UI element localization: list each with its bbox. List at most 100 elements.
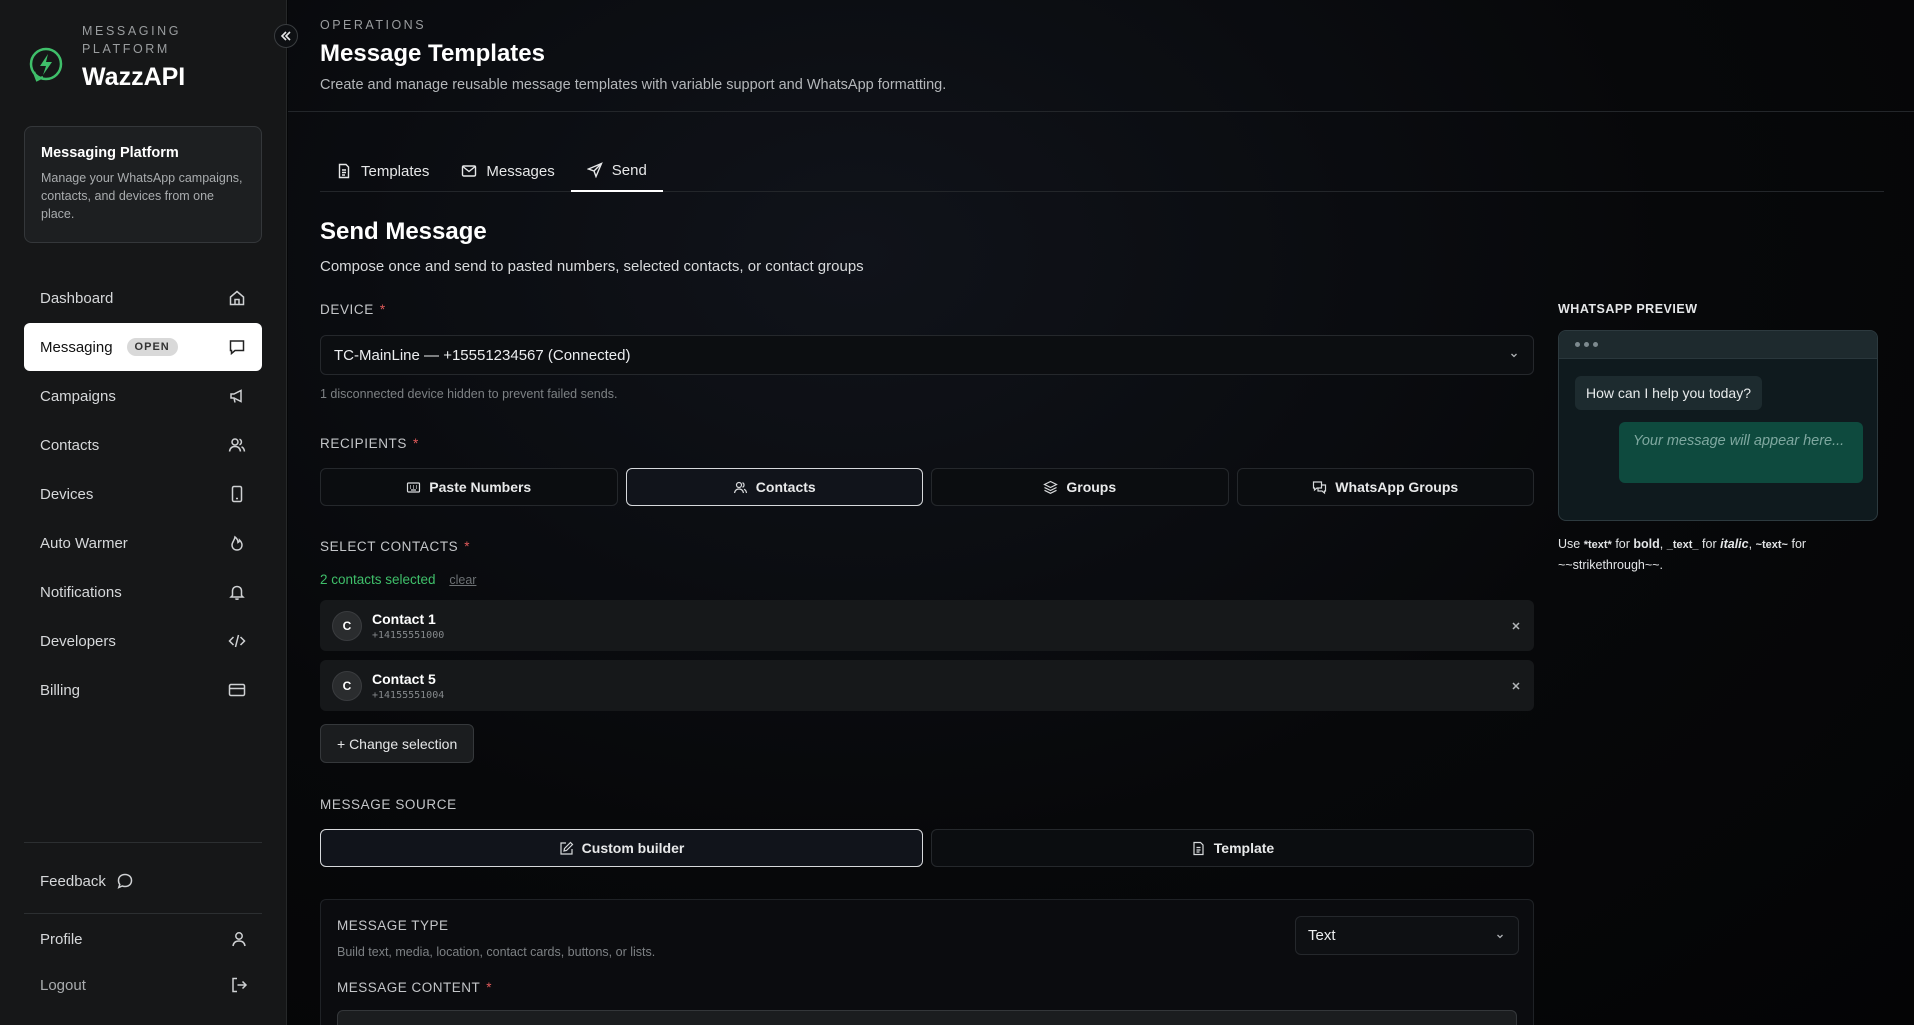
profile-button[interactable]: Profile <box>40 930 248 948</box>
sidebar-item-devices[interactable]: Devices <box>24 470 262 518</box>
recipients-label: RECIPIENTS * <box>320 436 419 451</box>
status-badge: OPEN <box>126 338 178 356</box>
mail-icon <box>462 165 477 177</box>
contact-phone: +14155551000 <box>372 629 445 641</box>
logout-button[interactable]: Logout <box>40 976 248 994</box>
keyboard-icon <box>407 481 421 493</box>
user-icon <box>232 932 246 947</box>
card-icon <box>228 683 246 697</box>
device-label: DEVICE * <box>320 302 386 317</box>
paste-numbers-label: Paste Numbers <box>429 479 532 495</box>
contacts-label: Contacts <box>755 479 816 495</box>
preview-window-bar <box>1559 331 1877 359</box>
message-type-label: MESSAGE TYPE <box>337 918 449 933</box>
contact-phone: +14155551004 <box>372 689 445 701</box>
recipient-type-selector: Paste Numbers Contacts Groups WhatsApp G… <box>320 468 1534 506</box>
sidebar-nav: Dashboard Messaging OPEN Campaigns Conta… <box>24 274 262 715</box>
chevron-down-icon <box>1511 353 1517 358</box>
dot-icon <box>1593 342 1598 347</box>
whatsapp-groups-label: WhatsApp Groups <box>1335 479 1459 495</box>
sidebar: MESSAGING PLATFORM WazzAPI Messaging Pla… <box>0 0 287 1025</box>
tab-messages[interactable]: Messages <box>445 150 570 192</box>
selected-count: 2 contacts selected <box>320 572 436 587</box>
section-subtitle: Compose once and send to pasted numbers,… <box>320 258 864 275</box>
sidebar-item-campaigns[interactable]: Campaigns <box>24 372 262 420</box>
sidebar-item-label: Campaigns <box>40 387 116 405</box>
strike-syntax: ~text~ <box>1755 539 1788 551</box>
tab-label: Send <box>611 161 647 179</box>
preview-label: WHATSAPP PREVIEW <box>1558 302 1698 316</box>
document-icon <box>338 163 350 179</box>
main-content: OPERATIONS Message Templates Create and … <box>288 0 1914 1025</box>
tab-send[interactable]: Send <box>570 150 663 192</box>
sidebar-collapse-button[interactable] <box>274 24 298 48</box>
outgoing-bubble: Your message will appear here... <box>1619 422 1863 483</box>
clear-selection-link[interactable]: clear <box>449 573 476 587</box>
remove-contact-button[interactable] <box>1510 680 1522 692</box>
page-subtitle: Create and manage reusable message templ… <box>320 77 947 93</box>
required-marker: * <box>486 980 493 995</box>
remove-contact-button[interactable] <box>1510 620 1522 632</box>
page-title: Message Templates <box>320 40 545 67</box>
chevron-down-icon <box>1497 934 1503 938</box>
contact-name: Contact 5 <box>372 670 436 687</box>
feedback-label: Feedback <box>40 872 106 890</box>
note-for: for <box>1791 537 1807 551</box>
sidebar-item-label: Contacts <box>40 436 100 454</box>
custom-builder-button[interactable]: Custom builder <box>320 829 923 867</box>
megaphone-icon <box>230 389 242 403</box>
device-hint: 1 disconnected device hidden to prevent … <box>320 387 618 401</box>
sidebar-item-developers[interactable]: Developers <box>24 617 262 665</box>
feedback-button[interactable]: Feedback <box>40 872 248 890</box>
double-chevron-left-icon <box>280 31 291 41</box>
bold-syntax: *text* <box>1583 539 1612 551</box>
close-icon <box>1512 621 1520 630</box>
sidebar-item-label: Billing <box>40 681 81 699</box>
formatting-hint: Use *text* for bold, _text_ for italic, … <box>1558 537 1807 572</box>
sidebar-divider <box>24 913 262 914</box>
sidebar-item-label: Notifications <box>40 583 122 601</box>
change-selection-button[interactable]: + Change selection <box>320 724 475 763</box>
sidebar-item-notifications[interactable]: Notifications <box>24 568 262 616</box>
send-icon <box>586 162 603 178</box>
brand-eyebrow: MESSAGING PLATFORM <box>82 24 182 56</box>
sidebar-item-label: Developers <box>40 632 116 650</box>
profile-label: Profile <box>40 930 83 948</box>
sidebar-item-label: Messaging <box>40 338 113 356</box>
dot-icon <box>1575 342 1580 347</box>
message-content-label-text: MESSAGE CONTENT <box>337 980 481 995</box>
sidebar-item-dashboard[interactable]: Dashboard <box>24 274 262 322</box>
bold-example: bold <box>1633 537 1660 551</box>
message-content-input[interactable] <box>337 1010 1517 1025</box>
device-select[interactable]: TC-MainLine — +15551234567 (Connected) <box>320 335 1534 375</box>
incoming-bubble: How can I help you today? <box>1575 376 1762 410</box>
dot-icon <box>1584 342 1589 347</box>
sidebar-item-contacts[interactable]: Contacts <box>24 421 262 469</box>
page-header: OPERATIONS Message Templates Create and … <box>288 0 1914 112</box>
close-icon <box>1512 681 1520 690</box>
brand-logo-icon <box>29 47 63 82</box>
sidebar-item-messaging[interactable]: Messaging OPEN <box>24 323 262 371</box>
phone-icon <box>231 485 243 503</box>
brand[interactable]: MESSAGING PLATFORM WazzAPI <box>24 22 202 92</box>
info-card-title: Messaging Platform <box>41 145 179 161</box>
contacts-button[interactable]: Contacts <box>625 468 923 506</box>
tab-bar: Templates Messages Send <box>320 150 1884 192</box>
message-type-select[interactable]: Text <box>1295 916 1519 955</box>
tab-templates[interactable]: Templates <box>320 150 445 192</box>
sidebar-item-auto-warmer[interactable]: Auto Warmer <box>24 519 262 567</box>
brand-name: WazzAPI <box>82 63 186 91</box>
bell-icon <box>229 585 245 600</box>
sidebar-item-label: Devices <box>40 485 94 503</box>
whatsapp-groups-button[interactable]: WhatsApp Groups <box>1236 468 1534 506</box>
paste-numbers-button[interactable]: Paste Numbers <box>320 468 618 506</box>
sidebar-divider <box>24 842 262 843</box>
chat-bubbles-icon <box>1313 480 1327 494</box>
template-button[interactable]: Template <box>931 829 1534 867</box>
groups-button[interactable]: Groups <box>931 468 1229 506</box>
sidebar-item-billing[interactable]: Billing <box>24 666 262 714</box>
tab-label: Templates <box>361 162 430 180</box>
groups-label: Groups <box>1066 479 1117 495</box>
list-item: C Contact 1 +14155551000 <box>320 600 1534 651</box>
strike-example: ~~strikethrough~~. <box>1558 558 1663 572</box>
